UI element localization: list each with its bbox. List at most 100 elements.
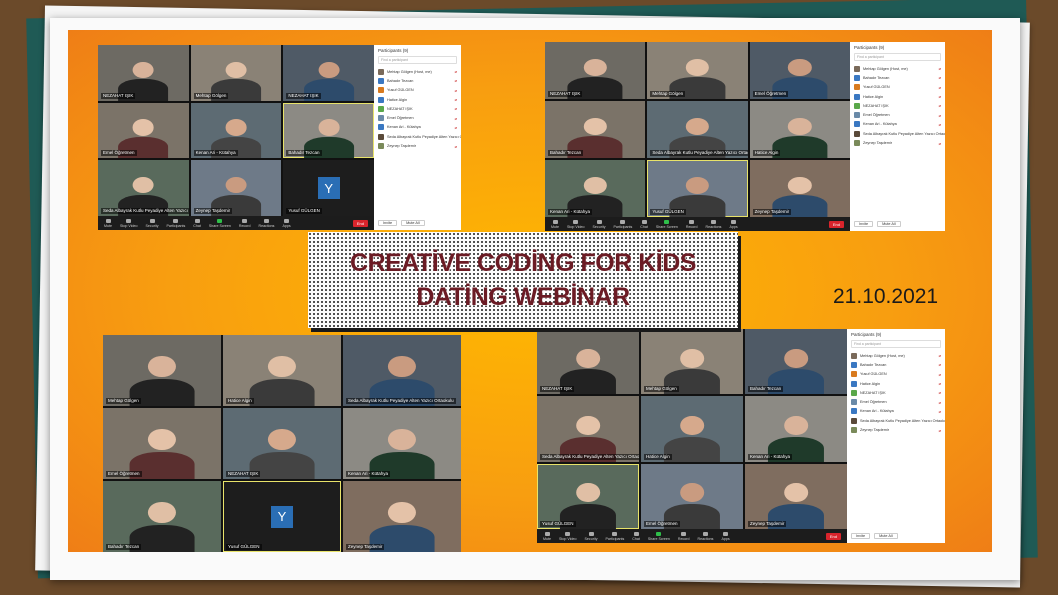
mute-all-button[interactable]: Mute All — [401, 220, 425, 226]
video-tile[interactable]: Zeynep Taşdemir — [749, 160, 850, 217]
mic-muted-icon[interactable]: ⌀ — [939, 353, 941, 358]
participant-row[interactable]: Hatice Algin ⌀ — [854, 92, 941, 101]
mic-muted-icon[interactable]: ⌀ — [455, 97, 457, 102]
video-tile[interactable]: Kenan Ari - Kütahya — [745, 396, 847, 462]
participant-row[interactable]: Emel Öğretmen ⌀ — [854, 110, 941, 119]
participant-row[interactable]: Kenan Ari - Kütahya ⌀ — [854, 120, 941, 129]
video-tile[interactable]: Seda Albayrak Kutlu Peyadiye Alten Yazıc… — [537, 396, 639, 462]
end-meeting-button[interactable]: End — [352, 219, 368, 227]
mic-muted-icon[interactable]: ⌀ — [939, 94, 941, 99]
toolbar-button[interactable]: Participants — [614, 219, 632, 229]
end-meeting-button[interactable]: End — [825, 532, 841, 540]
video-tile[interactable]: Hatice Algin — [641, 396, 743, 462]
participant-row[interactable]: Kenan Ari - Kütahya ⌀ — [851, 407, 941, 416]
mic-muted-icon[interactable]: ⌀ — [455, 144, 457, 149]
video-tile[interactable]: Bahadır Tezcan — [545, 101, 646, 158]
video-tile[interactable]: Mehtap Gölgen — [103, 335, 221, 406]
mic-muted-icon[interactable]: ⌀ — [939, 66, 941, 71]
invite-button[interactable]: Invite — [854, 221, 874, 227]
video-tile[interactable]: Hatice Algin — [749, 101, 850, 158]
participant-row[interactable]: NEZAHAT IŞIK ⌀ — [851, 388, 941, 397]
toolbar-button[interactable]: Participants — [606, 531, 624, 541]
video-tile[interactable]: NEZAHAT IŞIK — [223, 408, 341, 479]
video-tile[interactable]: Kenan Ari - Kütahya — [545, 160, 646, 217]
video-tile[interactable]: Emel Öğretmen — [749, 42, 850, 99]
toolbar-button[interactable]: Mute — [543, 531, 551, 541]
toolbar-button[interactable]: Chat — [632, 531, 640, 541]
video-tile[interactable]: Seda Albayrak Kutlu Peyadiye Alten Yazıc… — [98, 160, 189, 216]
participant-row[interactable]: Emel Öğretmen ⌀ — [851, 397, 941, 406]
video-tile[interactable]: Yusuf GÜLGEN — [647, 160, 748, 217]
participant-row[interactable]: Zeynep Taşdemir ⌀ — [854, 138, 941, 147]
participant-row[interactable]: Emel Öğretmen ⌀ — [378, 113, 457, 122]
mic-muted-icon[interactable]: ⌀ — [939, 400, 941, 405]
video-tile[interactable]: Bahadır Tezcan — [745, 329, 847, 395]
video-tile[interactable]: Y Yusuf GÜLGEN — [283, 160, 374, 216]
mic-muted-icon[interactable]: ⌀ — [939, 122, 941, 127]
video-tile[interactable]: Yusuf GÜLGEN — [537, 463, 639, 529]
video-tile[interactable]: NEZAHAT IŞIK — [283, 45, 374, 101]
participant-row[interactable]: Hatice Algin ⌀ — [851, 379, 941, 388]
mic-muted-icon[interactable]: ⌀ — [455, 88, 457, 93]
video-tile[interactable]: Mehtap Gölgen — [647, 42, 748, 99]
participant-row[interactable]: NEZAHAT IŞIK ⌀ — [378, 104, 457, 113]
mic-muted-icon[interactable]: ⌀ — [939, 85, 941, 90]
toolbar-button[interactable]: Record — [239, 218, 250, 228]
toolbar-button[interactable]: Mute — [551, 219, 559, 229]
toolbar-button[interactable]: Apps — [729, 219, 738, 229]
mic-muted-icon[interactable]: ⌀ — [939, 428, 941, 433]
mic-muted-icon[interactable]: ⌀ — [455, 116, 457, 121]
mic-muted-icon[interactable]: ⌀ — [939, 372, 941, 377]
video-tile[interactable]: Y Yusuf GÜLGEN — [223, 481, 341, 552]
participant-row[interactable]: NEZAHAT IŞIK ⌀ — [854, 101, 941, 110]
invite-button[interactable]: Invite — [851, 533, 871, 539]
toolbar-button[interactable]: Record — [686, 219, 697, 229]
mic-muted-icon[interactable]: ⌀ — [455, 69, 457, 74]
video-tile[interactable]: Zeynep Taşdemir — [190, 160, 282, 216]
video-tile[interactable]: Seda Albayrak Kutlu Peyadiye Alten Yazıc… — [647, 101, 748, 158]
participant-search-input[interactable]: Find a participant — [854, 53, 941, 61]
toolbar-button[interactable]: Reactions — [705, 219, 721, 229]
toolbar-button[interactable]: Participants — [167, 218, 185, 228]
mic-muted-icon[interactable]: ⌀ — [939, 75, 941, 80]
toolbar-button[interactable]: Chat — [640, 219, 648, 229]
mic-muted-icon[interactable]: ⌀ — [939, 113, 941, 118]
mute-all-button[interactable]: Mute All — [877, 221, 901, 227]
toolbar-button[interactable]: Stop Video — [120, 218, 138, 228]
video-tile[interactable]: Hatice Algin — [223, 335, 341, 406]
participant-row[interactable]: Mehtap Gölgen (Host, me) ⌀ — [851, 351, 941, 360]
toolbar-button[interactable]: Apps — [282, 218, 291, 228]
mic-muted-icon[interactable]: ⌀ — [939, 362, 941, 367]
participant-search-input[interactable]: Find a participant — [378, 56, 457, 64]
participant-row[interactable]: Seda Albayrak Kutlu Peyadiye Alten Yazıc… — [854, 129, 945, 138]
participant-row[interactable]: Bahadır Tezcan ⌀ — [378, 76, 457, 85]
toolbar-button[interactable]: Security — [146, 218, 159, 228]
video-tile[interactable]: Emel Öğretmen — [98, 102, 189, 159]
end-meeting-button[interactable]: End — [828, 220, 844, 228]
participant-row[interactable]: Seda Albayrak Kutlu Peyadiye Alten Yazıc… — [851, 416, 945, 425]
participant-search-input[interactable]: Find a participant — [851, 340, 941, 348]
video-tile[interactable]: Kenan Ari - Kütahya — [190, 102, 282, 159]
mic-muted-icon[interactable]: ⌀ — [939, 103, 941, 108]
mic-muted-icon[interactable]: ⌀ — [455, 78, 457, 83]
toolbar-button[interactable]: Share Screen — [209, 218, 231, 228]
participant-row[interactable]: Yusuf GÜLGEN ⌀ — [854, 83, 941, 92]
video-tile[interactable]: NEZAHAT IŞIK — [537, 329, 639, 395]
toolbar-button[interactable]: Reactions — [697, 531, 713, 541]
toolbar-button[interactable]: Stop Video — [567, 219, 585, 229]
toolbar-button[interactable]: Record — [678, 531, 689, 541]
mute-all-button[interactable]: Mute All — [874, 533, 898, 539]
video-tile[interactable]: Kenan Ari - Kütahya — [343, 408, 461, 479]
mic-muted-icon[interactable]: ⌀ — [455, 125, 457, 130]
video-tile[interactable]: Zeynep Taşdemir — [343, 481, 461, 552]
toolbar-button[interactable]: Chat — [193, 218, 201, 228]
video-tile[interactable]: Emel Öğretmen — [103, 408, 221, 479]
video-tile[interactable]: Emel Öğretmen — [641, 463, 743, 529]
toolbar-button[interactable]: Mute — [104, 218, 112, 228]
participant-row[interactable]: Hatice Algin ⌀ — [378, 95, 457, 104]
participant-row[interactable]: Kenan Ari - Kütahya ⌀ — [378, 123, 457, 132]
mic-muted-icon[interactable]: ⌀ — [939, 409, 941, 414]
toolbar-button[interactable]: Apps — [721, 531, 730, 541]
video-tile[interactable]: Mehtap Gölgen — [190, 45, 282, 101]
participant-row[interactable]: Bahadır Tezcan ⌀ — [854, 73, 941, 82]
